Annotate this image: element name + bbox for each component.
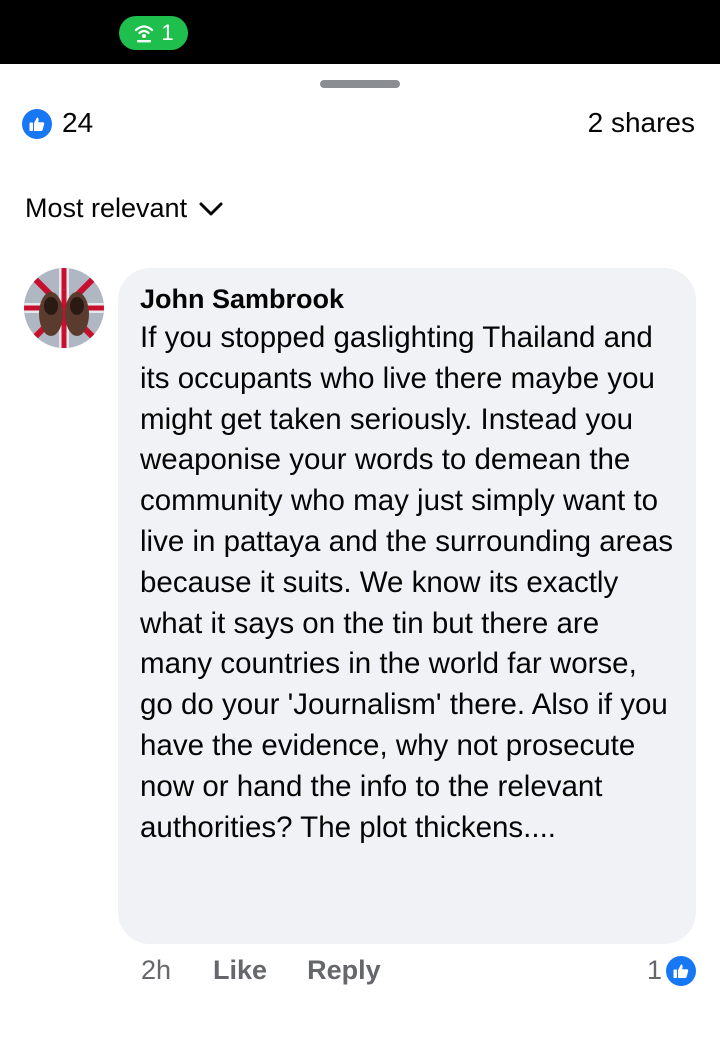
shares-count[interactable]: 2 shares <box>588 107 695 139</box>
like-button[interactable]: Like <box>213 955 267 986</box>
comment-reactions[interactable]: 1 <box>647 955 696 986</box>
status-bar: 1 <box>0 0 720 64</box>
thumbs-up-icon <box>673 964 689 978</box>
sheet-drag-handle[interactable] <box>320 80 400 88</box>
thumbs-up-icon <box>29 117 45 131</box>
hotspot-icon <box>135 25 154 43</box>
avatar-image <box>24 268 104 348</box>
like-reaction-icon <box>666 955 696 986</box>
comment-reaction-count: 1 <box>646 955 662 985</box>
reactions-count[interactable]: 24 <box>62 107 93 139</box>
comment-bubble: John Sambrook If you stopped gaslighting… <box>118 268 696 944</box>
comment-timestamp[interactable]: 2h <box>141 955 171 986</box>
reply-button[interactable]: Reply <box>307 955 381 986</box>
sort-label: Most relevant <box>25 193 188 223</box>
chevron-down-icon <box>199 202 223 215</box>
comment-author[interactable]: John Sambrook <box>140 282 674 316</box>
comment-text: If you stopped gaslighting Thailand and … <box>140 321 673 844</box>
like-reaction-icon[interactable] <box>22 109 52 139</box>
hotspot-count: 1 <box>161 20 174 45</box>
sort-dropdown[interactable]: Most relevant <box>25 193 223 224</box>
comment-actions: 2h Like Reply <box>141 955 421 986</box>
avatar[interactable] <box>24 268 104 348</box>
hotspot-indicator: 1 <box>119 16 188 50</box>
